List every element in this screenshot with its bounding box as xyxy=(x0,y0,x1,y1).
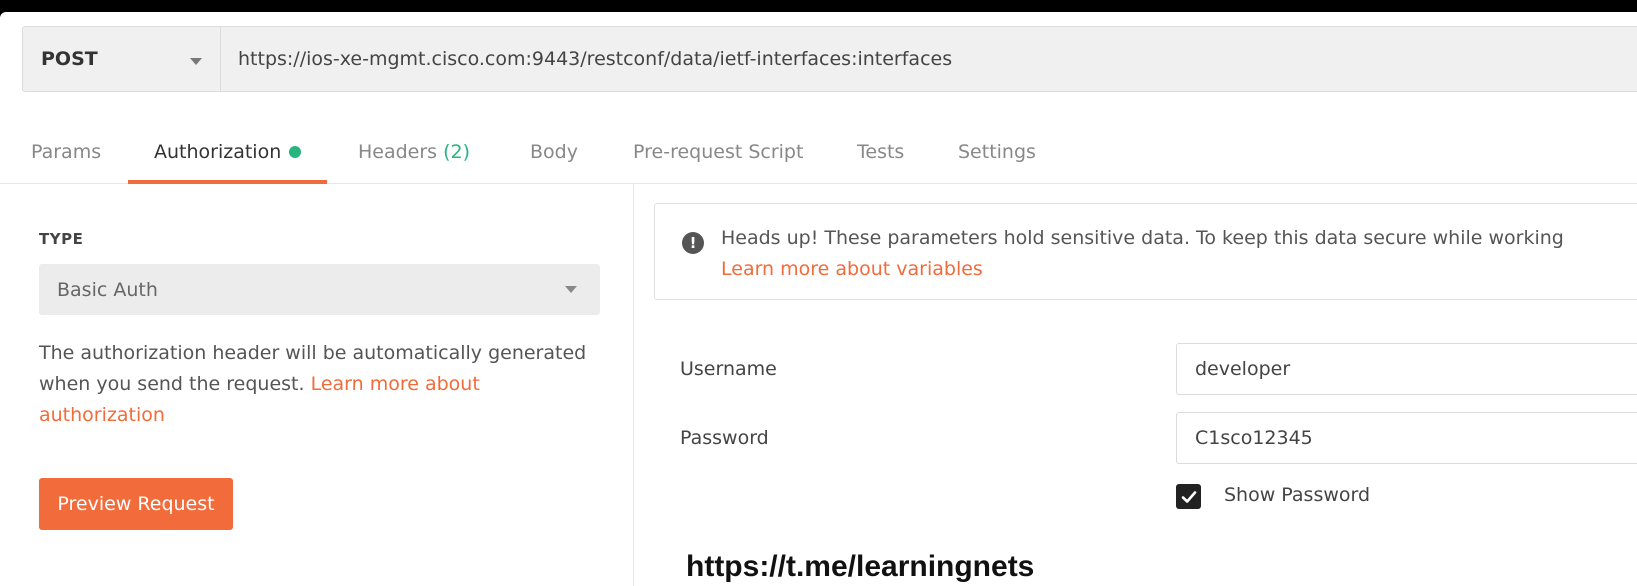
username-input[interactable]: developer xyxy=(1176,343,1637,395)
password-input[interactable]: C1sco12345 xyxy=(1176,412,1637,464)
headers-count: (2) xyxy=(443,140,471,163)
request-tabs: Params Authorization Headers (2) Body Pr… xyxy=(0,120,1637,184)
tab-label: Body xyxy=(530,140,578,163)
info-icon: ! xyxy=(682,232,704,254)
tab-label: Settings xyxy=(958,140,1036,163)
show-password-checkbox[interactable] xyxy=(1176,484,1201,509)
password-label: Password xyxy=(680,427,769,449)
request-bar: POST https://ios-xe-mgmt.cisco.com:9443/… xyxy=(22,26,1637,92)
url-input[interactable]: https://ios-xe-mgmt.cisco.com:9443/restc… xyxy=(221,48,952,70)
tab-settings[interactable]: Settings xyxy=(958,120,1036,183)
status-dot-icon xyxy=(289,145,302,158)
tab-label: Headers xyxy=(358,140,438,163)
tab-label: Tests xyxy=(857,140,905,163)
tab-pre-request-script[interactable]: Pre-request Script xyxy=(633,120,803,183)
auth-type-select[interactable]: Basic Auth xyxy=(39,264,600,315)
chevron-down-icon xyxy=(565,286,577,293)
preview-request-button[interactable]: Preview Request xyxy=(39,478,233,530)
chevron-down-icon xyxy=(190,58,202,65)
tab-headers[interactable]: Headers (2) xyxy=(358,120,470,183)
auth-description: The authorization header will be automat… xyxy=(39,338,609,431)
method-label: POST xyxy=(41,48,98,70)
type-label: TYPE xyxy=(39,230,84,248)
watermark-text: https://t.me/learningnets xyxy=(686,550,1035,583)
sensitive-data-notice: ! Heads up! These parameters hold sensit… xyxy=(654,203,1637,300)
postman-window: POST https://ios-xe-mgmt.cisco.com:9443/… xyxy=(0,12,1637,586)
tab-authorization[interactable]: Authorization xyxy=(128,120,328,184)
tab-params[interactable]: Params xyxy=(31,120,101,183)
tab-tests[interactable]: Tests xyxy=(857,120,904,183)
show-password-label: Show Password xyxy=(1224,484,1371,506)
checkmark-icon xyxy=(1181,490,1196,503)
notice-text: Heads up! These parameters hold sensitiv… xyxy=(721,227,1564,249)
username-label: Username xyxy=(680,358,777,380)
method-select[interactable]: POST xyxy=(23,27,221,91)
auth-type-value: Basic Auth xyxy=(57,278,158,301)
tab-body[interactable]: Body xyxy=(530,120,578,183)
tab-label: Authorization xyxy=(154,140,282,163)
tab-label: Pre-request Script xyxy=(633,140,804,163)
auth-type-panel: TYPE Basic Auth The authorization header… xyxy=(0,184,634,586)
learn-more-variables-link[interactable]: Learn more about variables xyxy=(721,258,983,280)
tab-label: Params xyxy=(31,140,102,163)
